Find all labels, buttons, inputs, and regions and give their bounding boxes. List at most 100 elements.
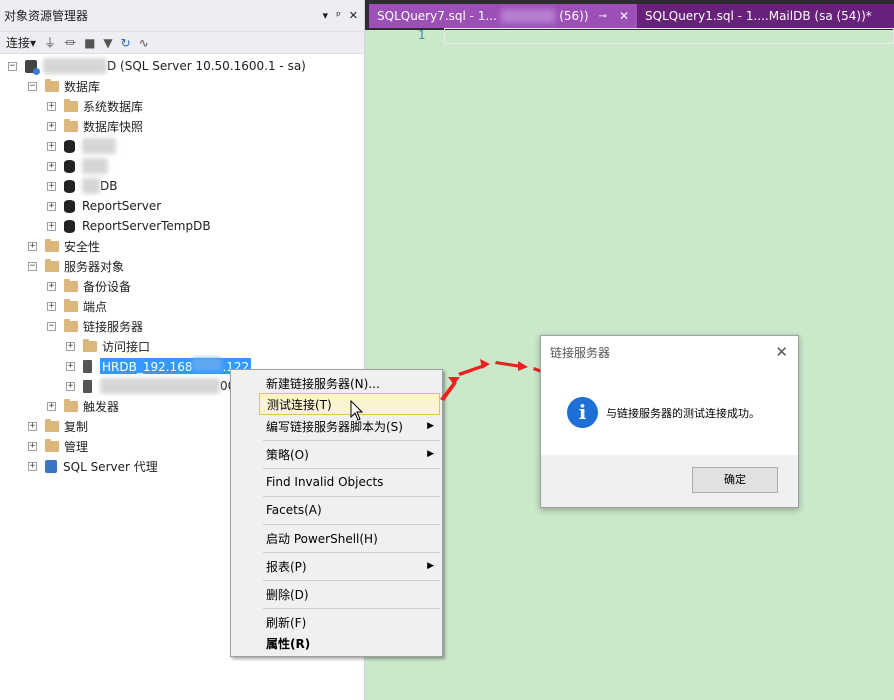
tree-node-replication[interactable]: + 复制 (28, 416, 88, 436)
menu-separator (263, 496, 440, 497)
tree-node-server[interactable]: − D (SQL Server 10.50.1600.1 - sa) (8, 56, 306, 76)
collapse-icon[interactable]: − (28, 81, 37, 91)
tree-node-reportservertempdb[interactable]: + ReportServerTempDB (47, 216, 211, 236)
tree-node-security[interactable]: + 安全性 (28, 236, 100, 256)
server-objects-label: 服务器对象 (64, 259, 125, 274)
tree-node-linked-servers[interactable]: − 链接服务器 (47, 316, 143, 336)
expand-icon[interactable]: + (28, 441, 37, 451)
dialog-footer: 确定 (541, 455, 798, 507)
dropdown-icon[interactable]: ▾ (323, 9, 329, 22)
tree-node-linked-2[interactable]: + 000 (66, 376, 243, 396)
providers-label: 访问接口 (102, 339, 151, 354)
menu-separator (263, 608, 440, 609)
expand-icon[interactable]: + (47, 221, 56, 231)
refresh-icon[interactable]: ↻ (121, 36, 131, 50)
filter-icon[interactable]: ▼ (103, 36, 112, 50)
chevron-down-icon: ▾ (30, 36, 37, 50)
close-icon[interactable]: ✕ (349, 9, 358, 22)
menu-item-delete[interactable]: 删除(D) (259, 583, 440, 605)
collapse-icon[interactable]: − (47, 321, 56, 331)
folder-icon (64, 98, 78, 112)
tree-node-databases[interactable]: − 数据库 (28, 76, 100, 96)
connect-button[interactable]: 连接▾ (6, 34, 36, 51)
activity-monitor-icon[interactable]: ∿ (139, 36, 149, 50)
menu-item-refresh[interactable]: 刷新(F) (259, 611, 440, 633)
tree-node-system-databases[interactable]: + 系统数据库 (47, 96, 143, 116)
ok-button[interactable]: 确定 (692, 467, 778, 493)
tree-node-endpoints[interactable]: + 端点 (47, 296, 107, 316)
tree-node-db-3[interactable]: + DB (47, 176, 117, 196)
menu-item-label: Find Invalid Objects (266, 475, 384, 489)
expand-icon[interactable]: + (47, 101, 56, 111)
menu-item-policies[interactable]: 策略(O) ▶ (259, 443, 440, 465)
expand-icon[interactable]: + (47, 161, 56, 171)
expand-icon[interactable]: + (47, 281, 56, 291)
tree-node-providers[interactable]: + 访问接口 (66, 336, 150, 356)
expand-icon[interactable]: + (66, 361, 75, 371)
tab-sqlquery1[interactable]: SQLQuery1.sql - 1....MailDB (sa (54))* (637, 4, 894, 28)
tree-node-server-objects[interactable]: − 服务器对象 (28, 256, 124, 276)
expand-icon[interactable]: + (47, 141, 56, 151)
replication-label: 复制 (64, 419, 89, 434)
tree-node-db-1[interactable]: + (47, 136, 116, 156)
expand-icon[interactable]: + (28, 241, 37, 251)
object-explorer-title: 对象资源管理器 (4, 9, 89, 23)
collapse-icon[interactable]: − (8, 61, 17, 71)
mouse-cursor-icon (350, 400, 364, 421)
expand-icon[interactable]: + (66, 341, 75, 351)
collapse-icon[interactable]: − (28, 261, 37, 271)
expand-icon[interactable]: + (66, 381, 75, 391)
tree-node-db-snapshots[interactable]: + 数据库快照 (47, 116, 143, 136)
tree-node-reportserver[interactable]: + ReportServer (47, 196, 161, 216)
expand-icon[interactable]: + (47, 301, 56, 311)
expand-icon[interactable]: + (47, 201, 56, 211)
menu-item-powershell[interactable]: 启动 PowerShell(H) (259, 527, 440, 549)
database-icon (64, 219, 75, 233)
database-icon (64, 159, 75, 173)
folder-icon (64, 118, 78, 132)
folder-icon (64, 398, 78, 412)
expand-icon[interactable]: + (47, 401, 56, 411)
tree-node-backup-devices[interactable]: + 备份设备 (47, 276, 131, 296)
tab-sqlquery7[interactable]: SQLQuery7.sql - 1... (56)) ⊸ ✕ (369, 4, 637, 28)
tree-node-triggers[interactable]: + 触发器 (47, 396, 119, 416)
connect-plug-icon[interactable]: ⏚ (44, 34, 56, 51)
menu-separator (263, 524, 440, 525)
close-icon[interactable]: ✕ (775, 343, 788, 361)
menu-item-new-linked-server[interactable]: 新建链接服务器(N)... (259, 372, 440, 394)
chevron-right-icon: ▶ (427, 421, 434, 431)
db3-label: DB (100, 179, 118, 193)
hrdb-label[interactable]: HRDB_192.168.122 (100, 358, 252, 374)
close-icon[interactable]: ✕ (619, 9, 629, 23)
disconnect-icon[interactable]: ⏛ (64, 34, 76, 51)
database-icon (64, 199, 75, 213)
tree-node-management[interactable]: + 管理 (28, 436, 88, 456)
menu-item-properties[interactable]: 属性(R) (259, 632, 440, 654)
pin-icon[interactable]: ᵖ (336, 9, 341, 22)
expand-icon[interactable]: + (28, 461, 37, 471)
chevron-right-icon: ▶ (427, 561, 434, 571)
expand-icon[interactable]: + (28, 421, 37, 431)
menu-item-label: 编写链接服务器脚本为(S) (266, 419, 403, 434)
redacted-text (82, 178, 100, 194)
tree-node-hrdb[interactable]: + HRDB_192.168.122 (66, 356, 252, 376)
context-menu: 新建链接服务器(N)... 测试连接(T) 编写链接服务器脚本为(S) ▶ 策略(… (230, 369, 443, 657)
redacted-text (100, 378, 220, 394)
server-icon (25, 59, 40, 75)
menu-item-label: 刷新(F) (266, 615, 307, 630)
dialog-message-area: i 与链接服务器的测试连接成功。 (541, 368, 798, 454)
expand-icon[interactable]: + (47, 121, 56, 131)
redacted-text (82, 138, 116, 154)
current-line-highlight (444, 28, 894, 44)
menu-item-label: Facets(A) (266, 503, 322, 517)
menu-item-find-invalid[interactable]: Find Invalid Objects (259, 471, 440, 493)
menu-item-reports[interactable]: 报表(P) ▶ (259, 555, 440, 577)
folder-icon (64, 298, 78, 312)
stop-icon[interactable]: ■ (84, 36, 95, 50)
tree-node-agent[interactable]: + SQL Server 代理 (28, 456, 158, 476)
pin-icon[interactable]: ⊸ (599, 11, 607, 22)
menu-item-facets[interactable]: Facets(A) (259, 499, 440, 521)
tree-node-db-2[interactable]: + (47, 156, 108, 176)
expand-icon[interactable]: + (47, 181, 56, 191)
hrdb-prefix: HRDB_192.168 (102, 360, 193, 374)
